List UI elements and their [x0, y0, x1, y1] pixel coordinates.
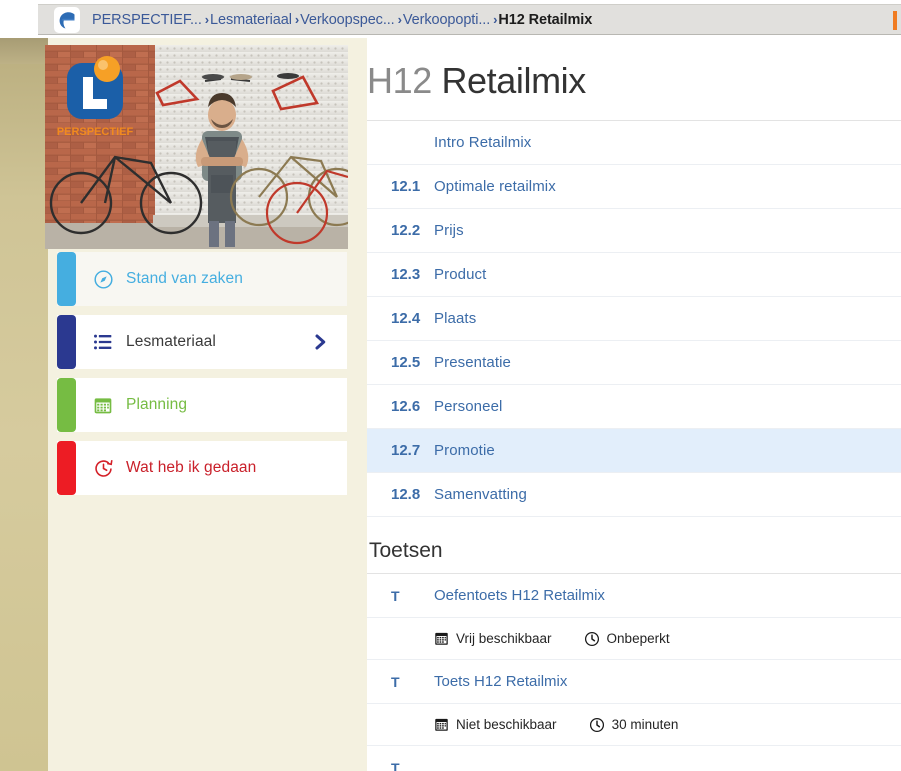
page-background-gradient-top — [0, 38, 48, 64]
chapter-title: Prijs — [434, 222, 464, 239]
calendar-icon — [434, 631, 456, 646]
chapter-number: 12.8 — [391, 486, 421, 503]
test-meta-row: Niet beschikbaar 30 minuten — [367, 704, 901, 746]
chapter-title: Plaats — [434, 310, 477, 327]
test-availability-label: Vrij beschikbaar — [456, 631, 552, 646]
chapter-number: 12.6 — [391, 398, 421, 415]
chapter-row[interactable]: 12.2 Prijs — [367, 209, 901, 253]
sidebar-color-bar — [57, 315, 76, 369]
sidebar-color-bar — [57, 441, 76, 495]
orange-accent-marker — [893, 11, 897, 30]
chapter-number: 12.4 — [391, 310, 421, 327]
chapter-number: 12.3 — [391, 266, 421, 283]
tests-section-heading: Toetsen — [367, 517, 901, 574]
chapter-title: Personeel — [434, 398, 503, 415]
test-duration: Onbeperkt — [584, 631, 670, 647]
breadcrumb: PERSPECTIEF... › Lesmateriaal › Verkoopspec.… — [92, 12, 592, 28]
sidebar-item-stand-van-zaken[interactable]: Stand van zaken — [57, 252, 347, 306]
page-title: H12 Retailmix — [367, 38, 901, 120]
test-list: T Oefentoets H12 Retailmix Vrij beschikbaa… — [367, 574, 901, 746]
chapter-title: Samenvatting — [434, 486, 527, 503]
calendar-icon — [92, 394, 114, 416]
test-availability: Vrij beschikbaar — [434, 631, 552, 646]
chapter-title: Promotie — [434, 442, 495, 459]
test-availability-label: Niet beschikbaar — [456, 717, 557, 732]
sidebar-color-bar — [57, 378, 76, 432]
history-icon — [92, 457, 114, 479]
chapter-title: Product — [434, 266, 487, 283]
chapter-row[interactable]: Intro Retailmix — [367, 121, 901, 165]
breadcrumb-link[interactable]: Lesmateriaal — [210, 12, 292, 28]
breadcrumb-link[interactable]: Verkoopopti... — [403, 12, 490, 28]
hero-image: PERSPECTIEF — [45, 45, 348, 249]
test-letter: T — [391, 587, 400, 604]
sidebar-item-planning[interactable]: Planning — [57, 378, 347, 432]
breadcrumb-link[interactable]: Verkoopspec... — [300, 12, 395, 28]
chapter-row[interactable]: 12.8 Samenvatting — [367, 473, 901, 517]
chapter-number: 12.5 — [391, 354, 421, 371]
sidebar-navigation: Stand van zaken Lesmateriaal Planning Wa… — [57, 252, 347, 504]
sidebar-item-lesmateriaal[interactable]: Lesmateriaal — [57, 315, 347, 369]
main-content: H12 Retailmix Intro Retailmix 12.1 Optimal… — [367, 38, 901, 771]
test-availability: Niet beschikbaar — [434, 717, 557, 732]
page-title-text: Retailmix — [441, 60, 586, 101]
chapter-number: 12.7 — [391, 442, 421, 459]
breadcrumb-link[interactable]: PERSPECTIEF... — [92, 12, 202, 28]
breadcrumb-separator-icon: › — [397, 12, 402, 27]
chapter-row[interactable]: 12.5 Presentatie — [367, 341, 901, 385]
svg-text:PERSPECTIEF: PERSPECTIEF — [57, 126, 134, 138]
breadcrumb-current: H12 Retailmix — [498, 11, 593, 28]
table-row-partial[interactable]: T — [367, 746, 901, 771]
sidebar-item-label: Lesmateriaal — [126, 333, 216, 350]
chapter-row[interactable]: 12.7 Promotie — [367, 429, 901, 473]
chapter-title: Presentatie — [434, 354, 511, 371]
application-window: PERSPECTIEF Stand van zaken Lesmateriaal… — [0, 0, 901, 771]
test-letter: T — [391, 673, 400, 690]
chapter-title: Intro Retailmix — [434, 134, 532, 151]
clock-icon — [589, 717, 612, 733]
breadcrumb-separator-icon: › — [204, 12, 210, 27]
test-row[interactable]: T Toets H12 Retailmix — [367, 660, 901, 704]
breadcrumb-bar-inner: PERSPECTIEF... › Lesmateriaal › Verkoopspec.… — [38, 4, 901, 35]
compass-icon — [92, 268, 114, 290]
page-title-number: H12 — [367, 60, 432, 101]
test-row[interactable]: T Oefentoets H12 Retailmix — [367, 574, 901, 618]
test-name: Toets H12 Retailmix — [434, 673, 568, 690]
test-duration-label: Onbeperkt — [606, 631, 670, 646]
chapter-row[interactable]: 12.4 Plaats — [367, 297, 901, 341]
breadcrumb-separator-icon: › — [493, 12, 498, 27]
chapter-row[interactable]: 12.1 Optimale retailmix — [367, 165, 901, 209]
chapter-number: 12.1 — [391, 178, 421, 195]
chevron-right-icon — [311, 333, 329, 351]
chapter-row[interactable]: 12.3 Product — [367, 253, 901, 297]
test-letter: T — [391, 760, 400, 771]
test-duration-label: 30 minuten — [611, 717, 679, 732]
clock-icon — [584, 631, 607, 647]
calendar-icon — [434, 717, 456, 732]
list-icon — [92, 331, 114, 353]
page-background-gradient — [0, 38, 48, 771]
test-duration: 30 minuten — [589, 717, 679, 733]
chapter-number: 12.2 — [391, 222, 421, 239]
test-meta-row: Vrij beschikbaar Onbeperkt — [367, 618, 901, 660]
sidebar-color-bar — [57, 252, 76, 306]
chapter-row[interactable]: 12.6 Personeel — [367, 385, 901, 429]
bicycle-shop-photo: PERSPECTIEF — [45, 45, 348, 249]
test-name: Oefentoets H12 Retailmix — [434, 587, 605, 604]
sidebar-item-label: Stand van zaken — [126, 270, 243, 287]
breadcrumb-bar: PERSPECTIEF... › Lesmateriaal › Verkoopspec.… — [0, 0, 901, 38]
perspectief-e-logo-icon — [54, 6, 80, 33]
sidebar-item-wat-heb-ik-gedaan[interactable]: Wat heb ik gedaan — [57, 441, 347, 495]
sidebar-item-label: Wat heb ik gedaan — [126, 459, 257, 476]
chapter-list: Intro Retailmix 12.1 Optimale retailmix 12.… — [367, 121, 901, 517]
sidebar-item-label: Planning — [126, 396, 188, 413]
chapter-title: Optimale retailmix — [434, 178, 556, 195]
breadcrumb-separator-icon: › — [294, 12, 300, 27]
